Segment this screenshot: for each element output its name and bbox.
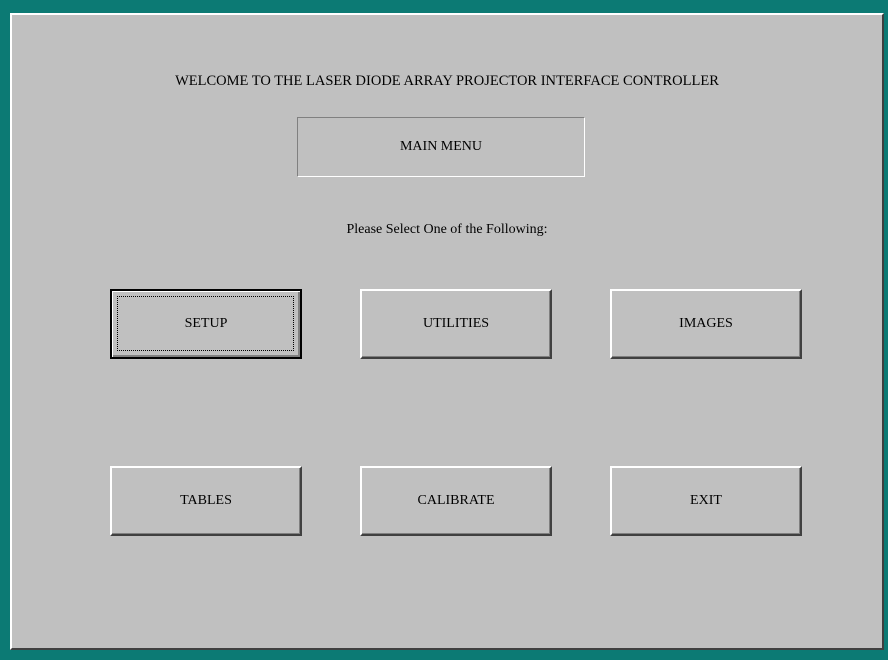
tables-button-label: TABLES <box>180 493 232 508</box>
setup-button[interactable]: SETUP <box>110 289 302 359</box>
main-menu-window: WELCOME TO THE LASER DIODE ARRAY PROJECT… <box>10 13 884 650</box>
utilities-button-label: UTILITIES <box>422 316 490 331</box>
calibrate-button[interactable]: CALIBRATE <box>360 466 552 536</box>
utilities-button[interactable]: UTILITIES <box>360 289 552 359</box>
tables-button[interactable]: TABLES <box>110 466 302 536</box>
exit-button[interactable]: EXIT <box>610 466 802 536</box>
main-menu-title: MAIN MENU <box>399 139 483 154</box>
main-menu-title-box: MAIN MENU <box>297 117 585 177</box>
calibrate-button-label: CALIBRATE <box>417 493 495 508</box>
selection-prompt: Please Select One of the Following: <box>346 222 548 237</box>
images-button-label: IMAGES <box>679 316 733 331</box>
images-button[interactable]: IMAGES <box>610 289 802 359</box>
setup-button-label: SETUP <box>184 316 228 331</box>
welcome-heading: WELCOME TO THE LASER DIODE ARRAY PROJECT… <box>175 73 719 89</box>
exit-button-label: EXIT <box>690 493 722 508</box>
